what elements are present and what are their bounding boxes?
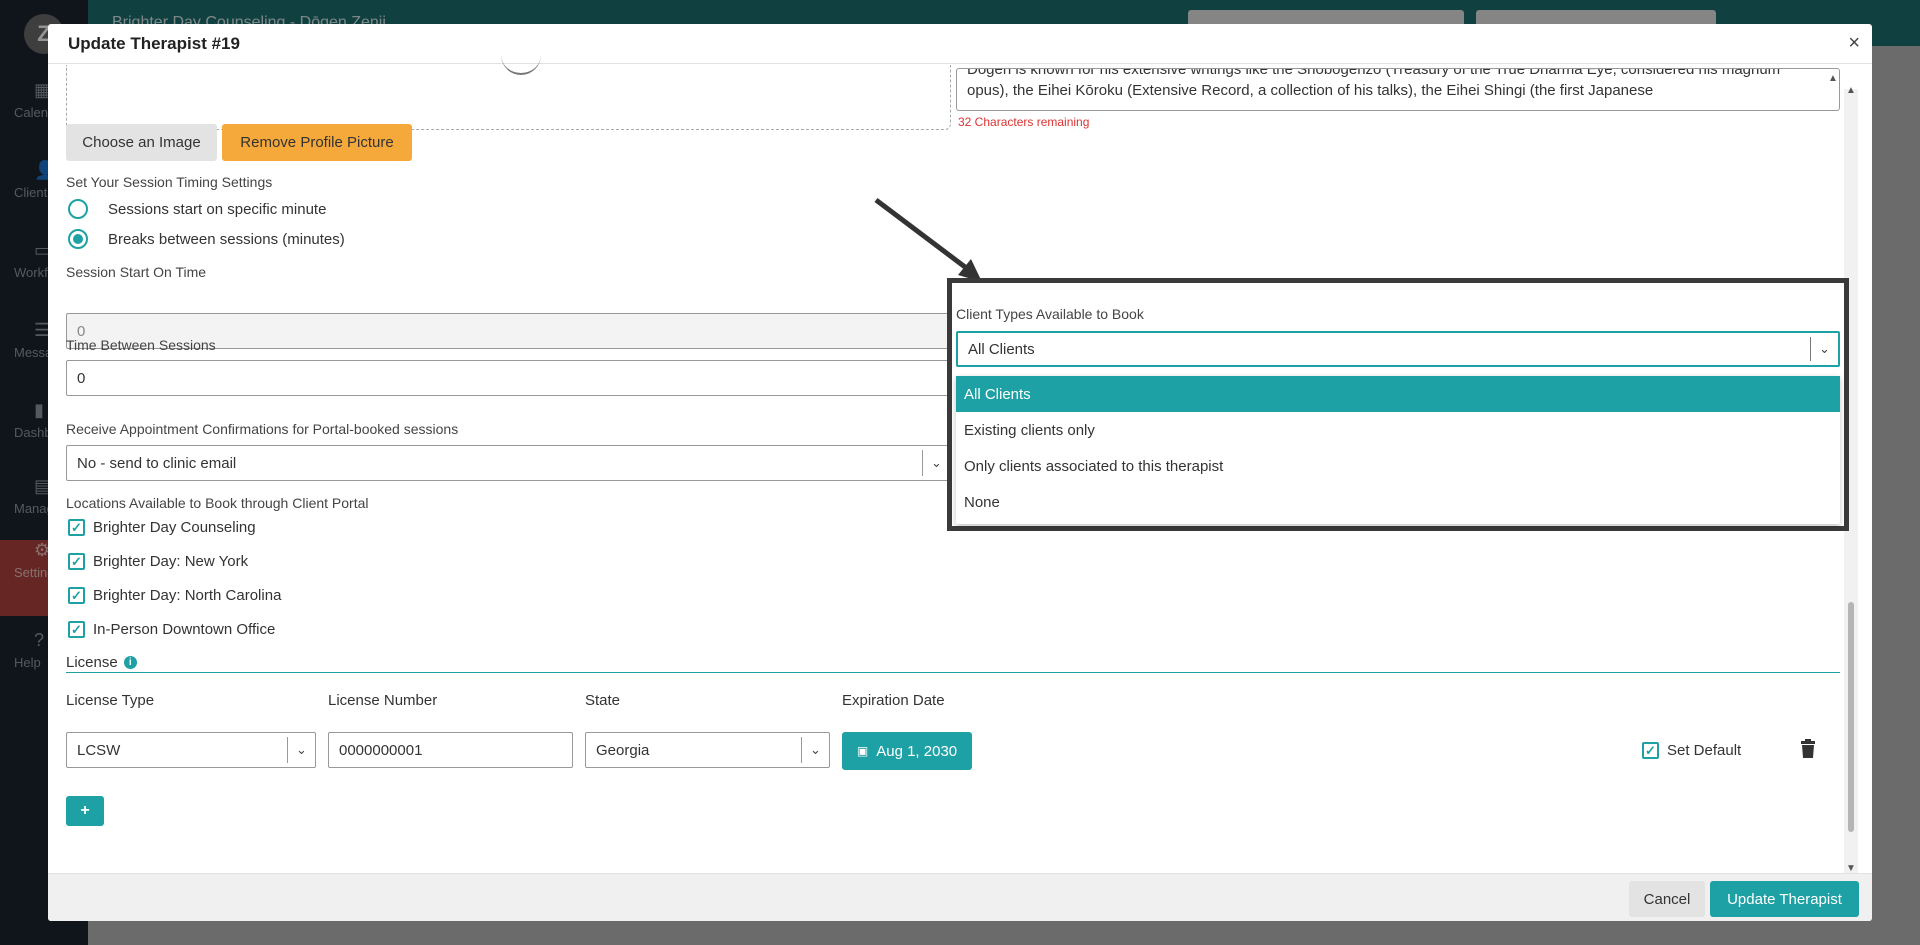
locations-label: Locations Available to Book through Clie… [66, 495, 369, 511]
close-icon[interactable]: × [1848, 32, 1860, 55]
scroll-up-icon[interactable]: ▲ [1846, 85, 1856, 96]
profile-image-dropzone[interactable] [66, 65, 951, 130]
chevron-down-icon[interactable]: ⌄ [1810, 337, 1838, 361]
radio-specific-minute[interactable]: Sessions start on specific minute [68, 199, 326, 219]
radio-label: Sessions start on specific minute [108, 200, 327, 218]
expiration-date-button[interactable]: ▣ Aug 1, 2030 [842, 732, 972, 770]
radio-button[interactable] [68, 199, 88, 219]
dropdown-option[interactable]: None [956, 484, 1840, 520]
remove-profile-picture-button[interactable]: Remove Profile Picture [222, 124, 412, 161]
checkbox-checked-icon[interactable]: ✓ [68, 553, 85, 570]
client-types-value: All Clients [968, 340, 1035, 358]
state-value: Georgia [596, 741, 650, 759]
location-label: In-Person Downtown Office [93, 621, 276, 638]
scrollbar-thumb[interactable] [1848, 602, 1854, 832]
session-start-label: Session Start On Time [66, 264, 207, 280]
dropdown-option[interactable]: Existing clients only [956, 412, 1840, 448]
location-label: Brighter Day Counseling [93, 519, 256, 536]
state-select[interactable]: Georgia ⌄ [585, 732, 830, 768]
confirmations-select[interactable]: No - send to clinic email ⌄ [66, 445, 951, 481]
modal-header: Update Therapist #19 × [48, 24, 1872, 64]
calendar-icon: ▣ [856, 744, 869, 758]
modal-body: Dōgen is known for his extensive writing… [48, 65, 1872, 879]
license-type-label: License Type [66, 692, 155, 709]
info-icon[interactable]: i [123, 656, 137, 669]
location-item[interactable]: ✓ Brighter Day: New York [68, 553, 248, 570]
dropdown-option[interactable]: Only clients associated to this therapis… [956, 448, 1840, 484]
annotation-arrow [874, 198, 982, 282]
modal-title: Update Therapist #19 [68, 34, 240, 53]
chevron-down-icon[interactable]: ⌄ [801, 737, 829, 763]
license-number-input[interactable]: 0000000001 [328, 732, 573, 768]
expiration-date-label: Expiration Date [842, 692, 945, 709]
client-types-dropdown: All Clients Existing clients only Only c… [956, 376, 1840, 524]
cancel-button[interactable]: Cancel [1629, 881, 1705, 917]
confirmations-label: Receive Appointment Confirmations for Po… [66, 421, 459, 437]
radio-breaks-between[interactable]: Breaks between sessions (minutes) [68, 229, 345, 249]
license-type-select[interactable]: LCSW ⌄ [66, 732, 316, 768]
license-number-value: 0000000001 [339, 741, 423, 759]
client-types-label: Client Types Available to Book [956, 306, 1144, 322]
checkbox-checked-icon[interactable]: ✓ [68, 519, 85, 536]
choose-image-button[interactable]: Choose an Image [66, 124, 217, 161]
time-between-label: Time Between Sessions [66, 337, 216, 353]
confirmations-value: No - send to clinic email [77, 454, 237, 472]
dropdown-option[interactable]: All Clients [956, 376, 1840, 412]
state-label: State [585, 692, 621, 709]
update-therapist-button[interactable]: Update Therapist [1710, 881, 1859, 917]
checkbox-checked-icon[interactable]: ✓ [68, 621, 85, 638]
checkbox-checked-icon[interactable]: ✓ [68, 587, 85, 604]
textarea-scroll-up-icon[interactable]: ▲ [1828, 73, 1838, 84]
client-types-select[interactable]: All Clients ⌄ [956, 331, 1840, 367]
update-therapist-modal: Update Therapist #19 × Dōgen is known fo… [48, 24, 1872, 921]
license-heading-text: License [66, 654, 118, 671]
location-label: Brighter Day: North Carolina [93, 587, 282, 604]
set-default-label: Set Default [1667, 742, 1742, 759]
license-heading: License i [66, 654, 137, 671]
location-label: Brighter Day: New York [93, 553, 249, 570]
time-between-value: 0 [77, 369, 86, 387]
set-default-checkbox[interactable]: ✓ Set Default [1642, 742, 1741, 759]
expiration-date-value: Aug 1, 2030 [876, 742, 958, 760]
time-between-input[interactable]: 0 [66, 360, 951, 396]
add-license-button[interactable]: + [66, 796, 104, 826]
location-item[interactable]: ✓ Brighter Day: North Carolina [68, 587, 281, 604]
license-number-label: License Number [328, 692, 438, 709]
chevron-down-icon[interactable]: ⌄ [287, 737, 315, 763]
bio-textarea[interactable]: Dōgen is known for his extensive writing… [956, 68, 1840, 111]
checkbox-checked-icon[interactable]: ✓ [1642, 742, 1659, 759]
radio-button[interactable] [68, 229, 88, 249]
radio-label: Breaks between sessions (minutes) [108, 230, 345, 248]
bio-text: Dōgen is known for his extensive writing… [967, 68, 1781, 99]
avatar-placeholder-icon [501, 45, 541, 75]
location-item[interactable]: ✓ Brighter Day Counseling [68, 519, 256, 536]
trash-icon[interactable] [1800, 739, 1816, 759]
characters-remaining: 32 Characters remaining [958, 115, 1090, 129]
license-divider [66, 672, 1840, 673]
timing-heading: Set Your Session Timing Settings [66, 174, 273, 190]
modal-footer: Cancel Update Therapist [48, 873, 1872, 921]
license-type-value: LCSW [77, 741, 121, 759]
chevron-down-icon[interactable]: ⌄ [922, 450, 950, 476]
location-item[interactable]: ✓ In-Person Downtown Office [68, 621, 275, 638]
